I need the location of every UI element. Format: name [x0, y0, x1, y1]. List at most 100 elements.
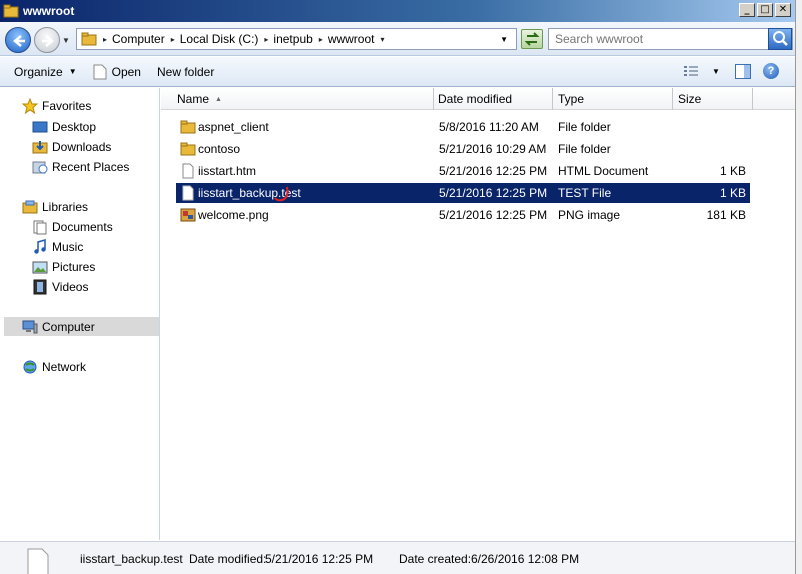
- network-icon: [23, 360, 37, 374]
- folder-icon: [3, 4, 19, 18]
- file-size: 181 KB: [706, 208, 746, 222]
- address-row: ▼ ▸ Computer ▸ Local Disk (C:) ▸ inetpub ▸ w…: [0, 22, 795, 56]
- file-list: Name ▲ Date modified Type Size aspnet_cli…: [161, 88, 795, 540]
- arrow-left-icon: [13, 35, 25, 47]
- downloads-folder-icon: [32, 141, 48, 154]
- open-button[interactable]: Open: [93, 64, 141, 80]
- breadcrumb-inetpub[interactable]: ▸ inetpub: [264, 32, 312, 46]
- nav-recent-places[interactable]: Recent Places: [32, 158, 129, 176]
- back-button[interactable]: [5, 27, 31, 53]
- folder-icon: [180, 120, 196, 134]
- column-header-type[interactable]: Type: [553, 88, 673, 110]
- new-folder-button[interactable]: New folder: [157, 65, 214, 79]
- file-type: File folder: [558, 142, 611, 156]
- chevron-down-icon: ▾: [380, 34, 385, 44]
- breadcrumb-wwwroot[interactable]: ▸ wwwroot ▾: [319, 32, 390, 46]
- search-input[interactable]: [555, 32, 765, 46]
- file-date: 5/8/2016 11:20 AM: [439, 120, 539, 134]
- details-modified-label: Date modified:: [189, 552, 267, 566]
- recent-places-icon: [32, 161, 48, 174]
- file-row[interactable]: welcome.png 5/21/2016 12:25 PM PNG image…: [176, 205, 750, 225]
- address-bar[interactable]: ▸ Computer ▸ Local Disk (C:) ▸ inetpub ▸ www…: [76, 28, 517, 50]
- folder-icon: [180, 142, 196, 156]
- chevron-right-icon: ▸: [103, 34, 108, 44]
- details-modified-value: 5/21/2016 12:25 PM: [265, 552, 374, 566]
- view-dropdown[interactable]: ▼: [712, 67, 720, 76]
- file-row[interactable]: contoso 5/21/2016 10:29 AM File folder: [176, 139, 750, 159]
- nav-network[interactable]: Network: [22, 358, 86, 376]
- breadcrumb-local-disk[interactable]: ▸ Local Disk (C:): [171, 32, 259, 46]
- file-icon: [182, 185, 194, 201]
- nav-favorites[interactable]: Favorites: [22, 97, 91, 115]
- computer-icon: [22, 320, 38, 334]
- nav-pictures[interactable]: Pictures: [32, 258, 95, 276]
- sort-ascending-icon: ▲: [215, 96, 222, 103]
- search-box[interactable]: [548, 28, 793, 50]
- nav-music[interactable]: Music: [32, 238, 83, 256]
- breadcrumb-computer[interactable]: ▸ Computer: [103, 32, 165, 46]
- refresh-icon: [524, 32, 540, 46]
- file-type: TEST File: [558, 186, 612, 200]
- image-file-icon: [180, 208, 196, 222]
- chevron-right-icon: ▸: [264, 34, 269, 44]
- file-date: 5/21/2016 12:25 PM: [439, 186, 548, 200]
- file-date: 5/21/2016 12:25 PM: [439, 208, 548, 222]
- recent-pages-dropdown[interactable]: ▼: [62, 36, 70, 45]
- column-header-name[interactable]: Name ▲: [172, 88, 434, 110]
- annotation-mark-icon: [274, 186, 289, 202]
- file-icon: [93, 64, 107, 79]
- nav-videos[interactable]: Videos: [32, 278, 88, 296]
- chevron-right-icon: ▸: [170, 34, 175, 44]
- minimize-button[interactable]: _: [739, 3, 755, 17]
- file-type: HTML Document: [558, 164, 649, 178]
- file-name: welcome.png: [198, 208, 269, 222]
- command-bar: Organize ▼ Open New folder ▼ ?: [0, 57, 795, 87]
- file-row[interactable]: aspnet_client 5/8/2016 11:20 AM File fol…: [176, 117, 750, 137]
- details-created-value: 6/26/2016 12:08 PM: [471, 552, 580, 566]
- file-row-selected[interactable]: iisstart_backup.test 5/21/2016 12:25 PM …: [176, 183, 750, 203]
- close-button[interactable]: ✕: [775, 3, 791, 17]
- file-name: iisstart.htm: [198, 164, 257, 178]
- details-pane: iisstart_backup.test Date modified: 5/21…: [0, 541, 795, 574]
- address-history-dropdown[interactable]: ▼: [500, 35, 508, 44]
- html-file-icon: [182, 163, 194, 179]
- arrow-right-icon: [42, 35, 54, 47]
- view-options-icon[interactable]: [683, 65, 699, 77]
- nav-documents[interactable]: Documents: [32, 218, 113, 236]
- pictures-icon: [32, 261, 48, 274]
- music-icon: [34, 239, 46, 254]
- search-button[interactable]: [768, 28, 792, 50]
- help-button[interactable]: ?: [763, 63, 779, 79]
- maximize-button[interactable]: □: [757, 3, 773, 17]
- nav-downloads[interactable]: Downloads: [32, 138, 111, 156]
- preview-pane-icon[interactable]: [735, 64, 751, 79]
- nav-desktop[interactable]: Desktop: [32, 118, 96, 136]
- file-type: PNG image: [558, 208, 621, 222]
- chevron-down-icon: ▼: [68, 67, 77, 76]
- file-date: 5/21/2016 10:29 AM: [439, 142, 547, 156]
- videos-icon: [33, 279, 47, 295]
- file-date: 5/21/2016 12:25 PM: [439, 164, 548, 178]
- desktop-icon: [32, 121, 48, 133]
- search-icon: [773, 31, 788, 46]
- nav-computer[interactable]: Computer: [22, 318, 95, 336]
- refresh-button[interactable]: [521, 29, 543, 49]
- file-name: contoso: [198, 142, 241, 156]
- background-window-edge: [795, 0, 802, 574]
- file-type: File folder: [558, 120, 611, 134]
- navigation-pane: Favorites Desktop Downloads Recent Place…: [0, 88, 160, 540]
- window-title: wwwroot: [23, 4, 75, 18]
- column-header-size[interactable]: Size: [673, 88, 753, 110]
- file-size: 1 KB: [719, 164, 746, 178]
- organize-menu[interactable]: Organize ▼: [14, 65, 77, 79]
- file-size: 1 KB: [719, 186, 746, 200]
- column-header-date[interactable]: Date modified: [433, 88, 553, 110]
- folder-icon: [81, 32, 97, 46]
- nav-libraries[interactable]: Libraries: [22, 198, 88, 216]
- title-bar: wwwroot _ □ ✕: [0, 0, 795, 22]
- forward-button[interactable]: [34, 27, 60, 53]
- file-row[interactable]: iisstart.htm 5/21/2016 12:25 PM HTML Doc…: [176, 161, 750, 181]
- details-created-label: Date created:: [399, 552, 472, 566]
- star-icon: [22, 98, 38, 114]
- libraries-icon: [22, 200, 38, 214]
